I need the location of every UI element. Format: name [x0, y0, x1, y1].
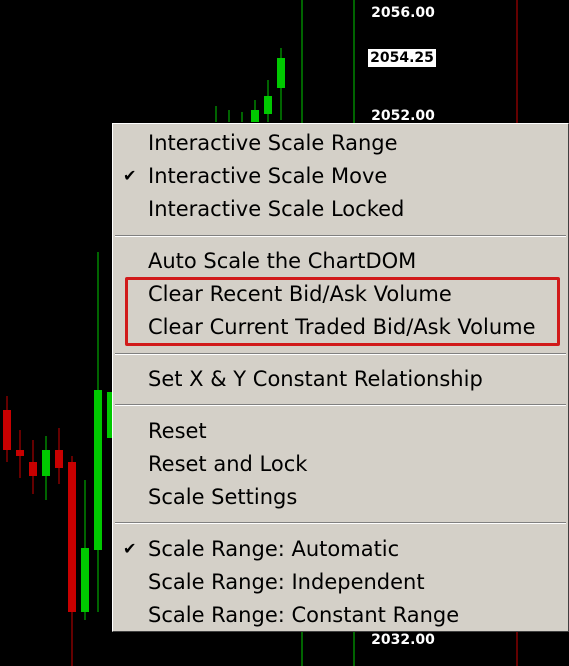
candle-body: [251, 110, 259, 122]
menu-item-reset[interactable]: Reset: [148, 415, 207, 447]
candle-body: [29, 462, 37, 476]
menu-item-scale-settings[interactable]: Scale Settings: [148, 481, 297, 513]
menu-item-scale-range-independent[interactable]: Scale Range: Independent: [148, 566, 425, 598]
menu-item-auto-scale-chartdom[interactable]: Auto Scale the ChartDOM: [148, 245, 416, 277]
candles-lower: [3, 252, 113, 620]
candle-body: [42, 450, 50, 476]
candle-body: [68, 462, 76, 612]
price-label-top: 2056.00: [371, 5, 435, 21]
menu-item-set-xy-constant-relationship[interactable]: Set X & Y Constant Relationship: [148, 363, 483, 395]
menu-separator: [115, 353, 566, 355]
menu-separator: [115, 235, 566, 237]
chart-window: 2056.00 2054.25 2052.00 2032.00 Interact…: [0, 0, 569, 666]
menu-item-clear-current-traded-bid-ask-volume[interactable]: Clear Current Traded Bid/Ask Volume: [148, 311, 536, 343]
menu-separator: [115, 522, 566, 524]
candles-upper: [215, 48, 285, 122]
menu-item-interactive-scale-range[interactable]: Interactive Scale Range: [148, 127, 398, 159]
menu-item-clear-recent-bid-ask-volume[interactable]: Clear Recent Bid/Ask Volume: [148, 278, 452, 310]
menu-item-reset-and-lock[interactable]: Reset and Lock: [148, 448, 307, 480]
check-icon: ✔: [123, 166, 137, 185]
menu-item-interactive-scale-locked[interactable]: Interactive Scale Locked: [148, 193, 404, 225]
candle-body: [16, 450, 24, 456]
candle-body: [55, 450, 63, 468]
menu-item-scale-range-constant-range[interactable]: Scale Range: Constant Range: [148, 599, 459, 631]
candle-body: [94, 390, 102, 550]
menu-item-scale-range-automatic[interactable]: Scale Range: Automatic: [148, 533, 399, 565]
candle-body: [264, 96, 272, 114]
current-price-label: 2054.25: [368, 49, 436, 67]
scale-context-menu: Interactive Scale Range ✔ Interactive Sc…: [112, 123, 569, 632]
menu-item-interactive-scale-move[interactable]: Interactive Scale Move: [148, 160, 387, 192]
menu-separator: [115, 404, 566, 406]
price-label-bottom: 2032.00: [371, 632, 435, 648]
candle-body: [81, 548, 89, 612]
candle-body: [277, 58, 285, 88]
candle-body: [3, 410, 11, 450]
check-icon: ✔: [123, 539, 137, 558]
